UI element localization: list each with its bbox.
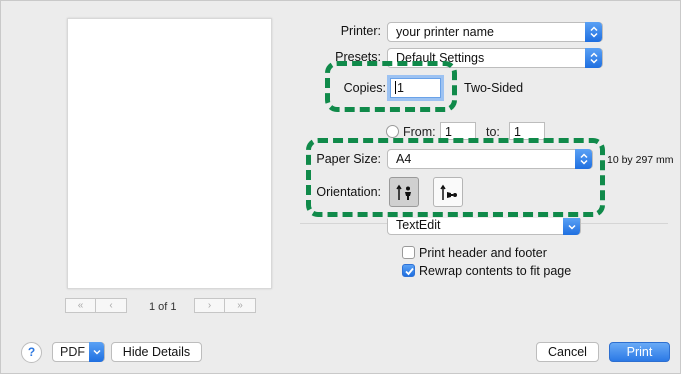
- printer-label: Printer:: [340, 24, 381, 38]
- print-dialog: « ‹ 1 of 1 › » Printer: your printer nam…: [0, 0, 681, 374]
- pages-to-value: 1: [514, 125, 521, 139]
- pages-to-label: to:: [486, 125, 500, 139]
- hide-details-button[interactable]: Hide Details: [111, 342, 202, 362]
- chevron-down-icon: [89, 342, 104, 362]
- copies-highlight: [325, 61, 457, 112]
- next-page-button[interactable]: ›: [194, 298, 225, 313]
- rewrap-contents-label: Rewrap contents to fit page: [419, 264, 572, 278]
- app-options-select[interactable]: TextEdit: [387, 218, 581, 235]
- chevron-down-icon: [563, 218, 580, 235]
- printer-value: your printer name: [396, 25, 494, 39]
- two-sided-label: Two-Sided: [464, 81, 524, 95]
- page-count: 1 of 1: [149, 301, 177, 313]
- help-icon: ?: [27, 345, 36, 359]
- pager-back: « ‹: [65, 298, 127, 313]
- pages-from-value: 1: [445, 125, 452, 139]
- rewrap-contents-checkbox[interactable]: [402, 264, 415, 277]
- chevron-updown-icon: [585, 22, 602, 42]
- chevron-updown-icon: [585, 48, 602, 68]
- last-page-button[interactable]: »: [225, 298, 256, 313]
- pages-range-radio[interactable]: [386, 125, 399, 138]
- cancel-button[interactable]: Cancel: [536, 342, 599, 362]
- pages-from-label: From:: [403, 125, 436, 139]
- app-options-value: TextEdit: [396, 218, 441, 232]
- previous-page-button[interactable]: ‹: [96, 298, 127, 313]
- print-button[interactable]: Print: [609, 342, 670, 362]
- first-page-button[interactable]: «: [65, 298, 96, 313]
- pdf-label: PDF: [60, 345, 85, 359]
- page-preview: [67, 18, 272, 289]
- help-button[interactable]: ?: [21, 342, 42, 363]
- print-header-footer-label: Print header and footer: [419, 246, 547, 260]
- pager-forward: › »: [194, 298, 256, 313]
- paper-orientation-highlight: [306, 138, 605, 217]
- printer-select[interactable]: your printer name: [387, 22, 603, 42]
- pdf-menu-button[interactable]: PDF: [52, 342, 105, 362]
- checkmark-icon: [405, 267, 414, 276]
- print-header-footer-checkbox[interactable]: [402, 246, 415, 259]
- paper-dimensions: 10 by 297 mm: [607, 154, 674, 166]
